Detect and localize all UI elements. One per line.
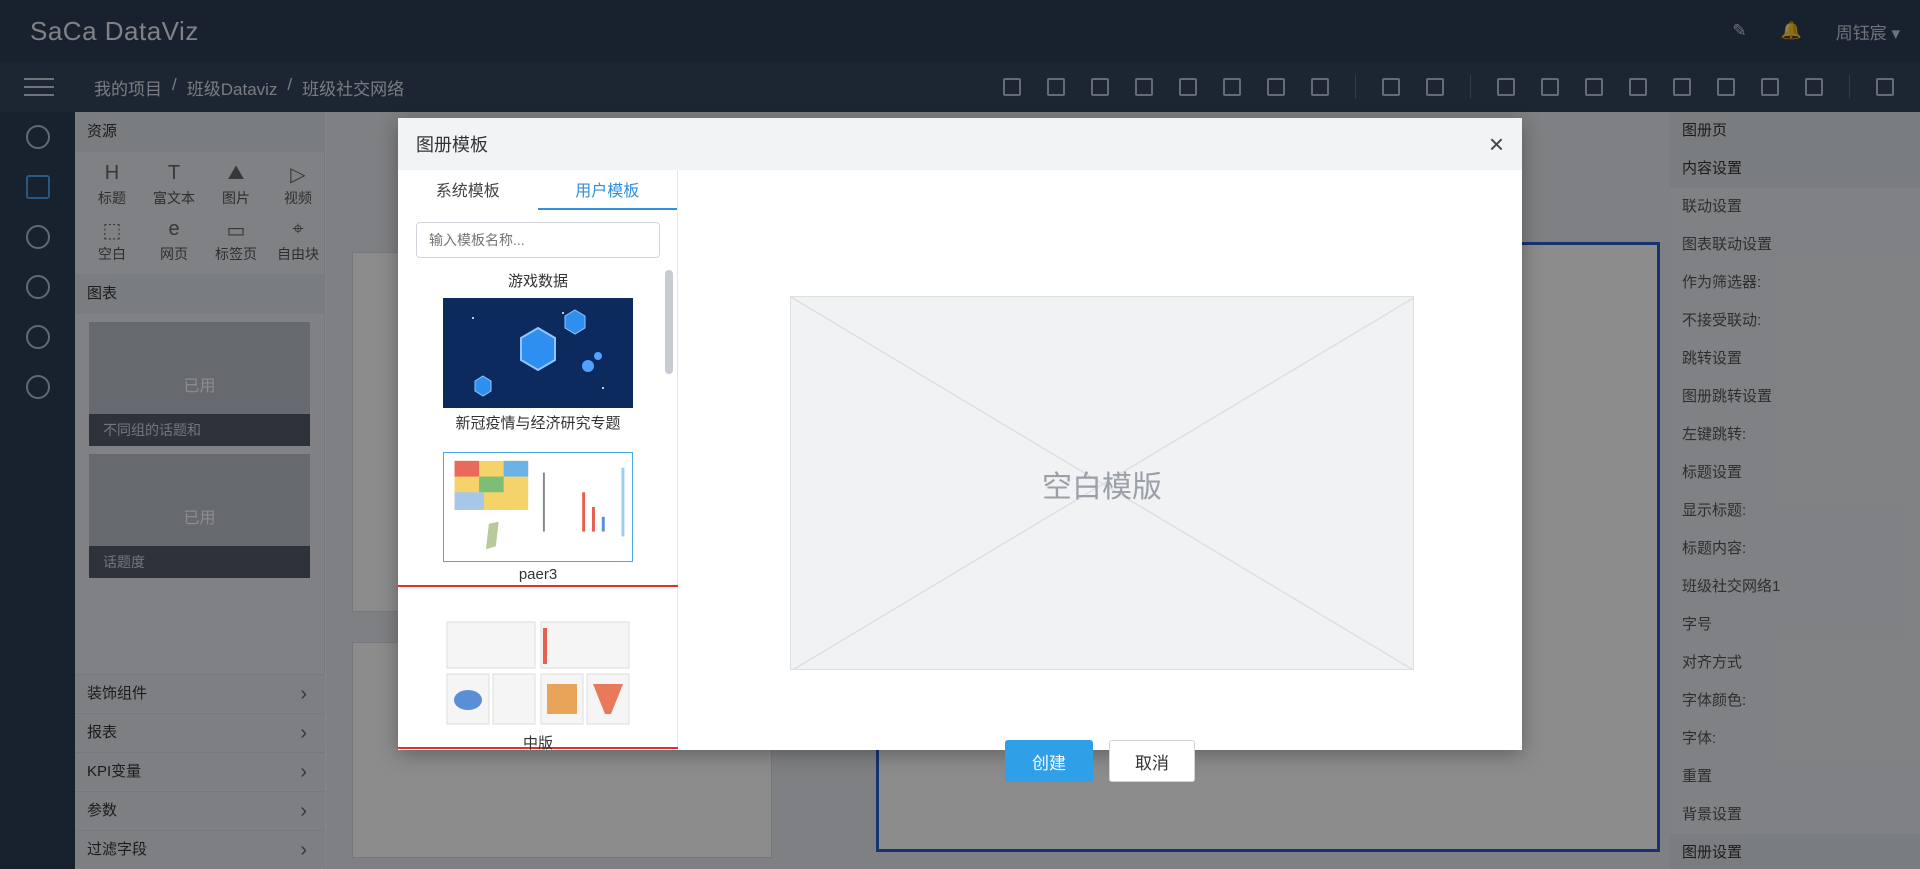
template-thumbnail — [443, 452, 633, 562]
template-sidebar: 系统模板 用户模板 游戏数据 新冠疫情与经济研究专题 — [398, 170, 678, 750]
template-thumbnail — [443, 298, 633, 408]
template-thumbnail — [443, 618, 633, 728]
template-item-selected[interactable]: paer3 — [398, 452, 678, 583]
tab-system-templates[interactable]: 系统模板 — [398, 174, 538, 210]
template-search-input[interactable] — [416, 222, 660, 258]
template-list: 游戏数据 新冠疫情与经济研究专题 paer3 中版 — [398, 262, 678, 750]
dialog-title: 图册模板 — [416, 135, 488, 155]
close-icon[interactable]: × — [1489, 131, 1504, 157]
tab-user-templates[interactable]: 用户模板 — [537, 174, 677, 210]
template-item[interactable]: 游戏数据 — [398, 270, 678, 291]
blank-template-preview: 空白模版 — [790, 296, 1414, 670]
template-label: 新冠疫情与经济研究专题 — [455, 415, 621, 432]
template-dialog: 图册模板 × 系统模板 用户模板 游戏数据 新冠疫情与经济研究专题 — [398, 118, 1522, 782]
dialog-header: 图册模板 × — [398, 118, 1522, 170]
preview-text: 空白模版 — [1042, 471, 1162, 504]
template-tabs: 系统模板 用户模板 — [398, 174, 677, 210]
template-item[interactable]: 新冠疫情与经济研究专题 — [398, 298, 678, 433]
template-label: paer3 — [518, 566, 558, 583]
template-label: 游戏数据 — [507, 273, 568, 290]
cancel-button[interactable]: 取消 — [1109, 740, 1195, 782]
template-list-scrollbar[interactable] — [665, 270, 673, 374]
template-item[interactable]: 中版 — [398, 618, 678, 750]
template-label: 中版 — [522, 735, 553, 750]
create-button[interactable]: 创建 — [1005, 740, 1093, 782]
template-preview-area: 空白模版 创建 取消 — [679, 170, 1522, 782]
